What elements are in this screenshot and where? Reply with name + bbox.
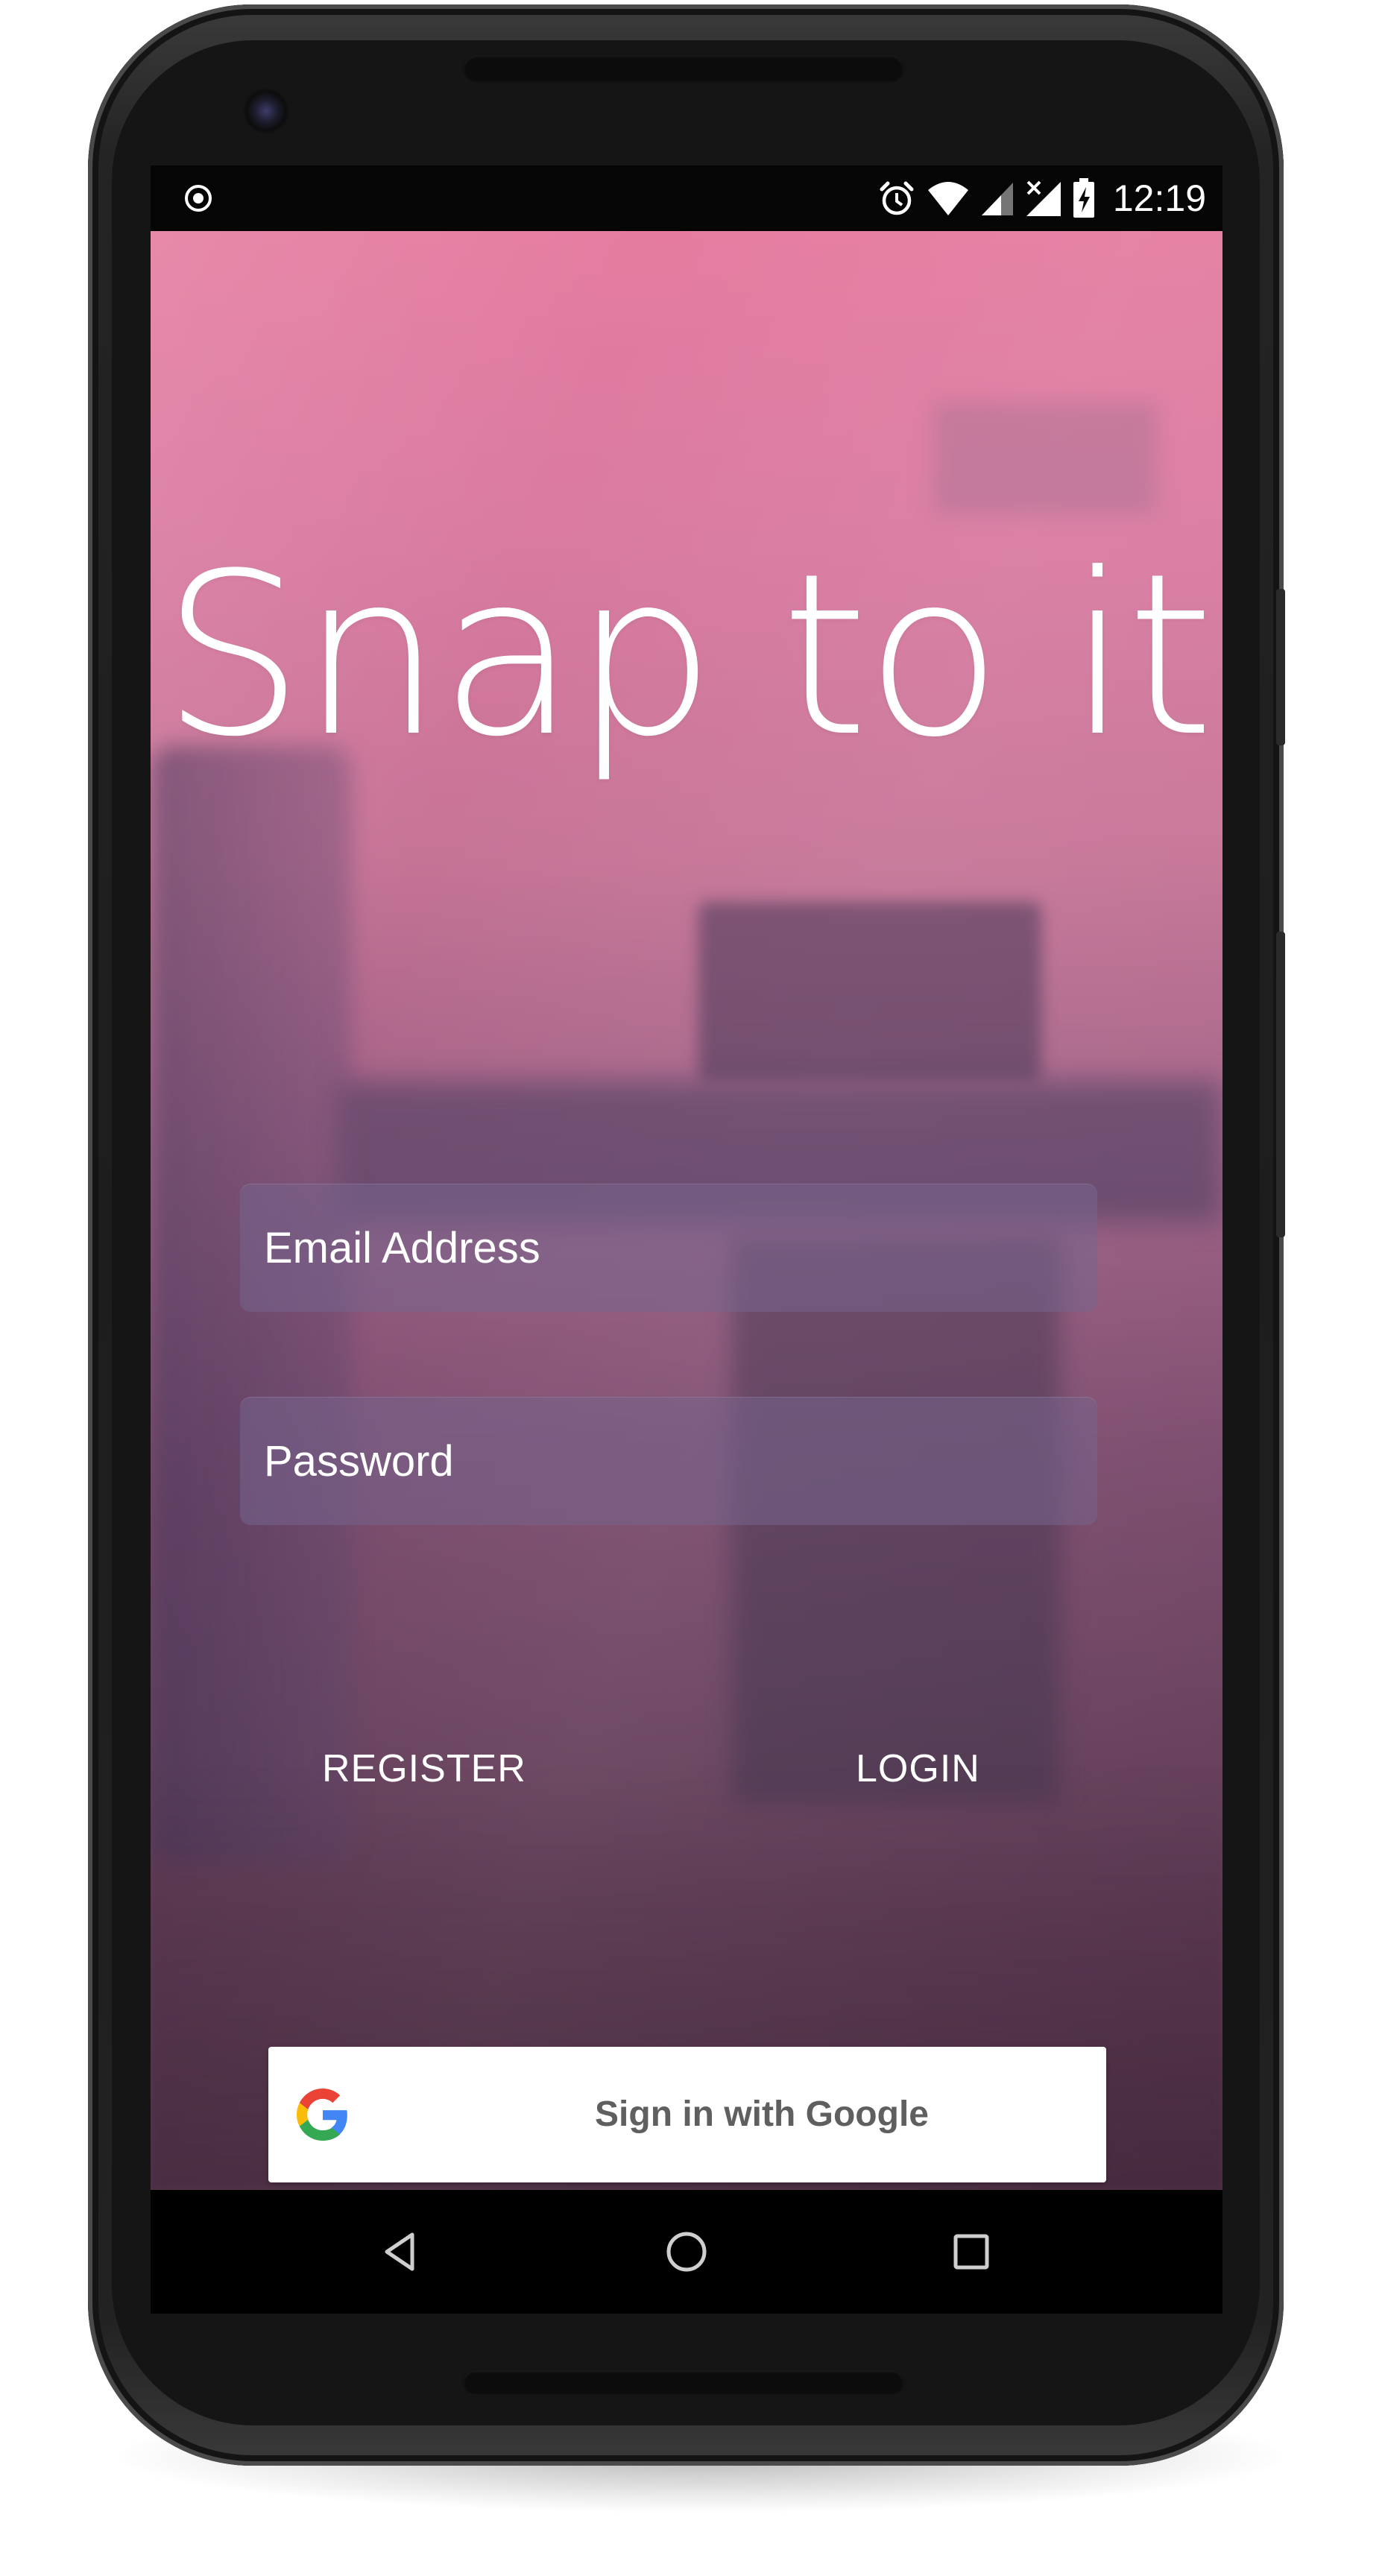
login-button[interactable]: LOGIN [838, 1728, 998, 1810]
background-vent [933, 402, 1157, 514]
navigation-bar [151, 2190, 1222, 2314]
register-button[interactable]: REGISTER [304, 1728, 544, 1810]
sync-target-icon [185, 185, 212, 212]
background-microwave [698, 902, 1041, 1081]
password-field[interactable] [240, 1397, 1097, 1525]
email-field-container [240, 1184, 1097, 1312]
google-logo-icon [297, 2089, 347, 2141]
status-bar: 12:19 [151, 165, 1222, 231]
bottom-speaker [464, 2370, 903, 2393]
alarm-icon [880, 181, 914, 215]
status-time: 12:19 [1112, 177, 1206, 219]
app-title: Snap to it [162, 525, 1214, 786]
recents-square-icon[interactable] [947, 2227, 996, 2276]
back-triangle-icon[interactable] [376, 2227, 426, 2276]
wifi-icon [927, 182, 968, 215]
top-speaker [464, 55, 903, 80]
password-field-container [240, 1397, 1097, 1525]
home-circle-icon[interactable] [662, 2227, 711, 2276]
google-sign-in-button[interactable]: Sign in with Google [268, 2047, 1106, 2182]
power-button [1276, 932, 1285, 1237]
google-sign-in-label: Sign in with Google [595, 2094, 929, 2134]
signal-icon [981, 183, 1013, 215]
login-screen: Snap to it REGISTER LOGIN Sign in with G… [151, 231, 1222, 2190]
volume-button [1276, 589, 1285, 745]
email-field[interactable] [240, 1184, 1097, 1312]
front-camera [243, 88, 289, 134]
screen: 12:19 Snap to it REGISTER LOGIN [151, 165, 1222, 2314]
status-icons: 12:19 [877, 176, 1206, 221]
no-signal-icon [1026, 180, 1061, 216]
battery-charging-icon [1073, 178, 1094, 218]
device-frame: 12:19 Snap to it REGISTER LOGIN [0, 0, 1385, 2576]
